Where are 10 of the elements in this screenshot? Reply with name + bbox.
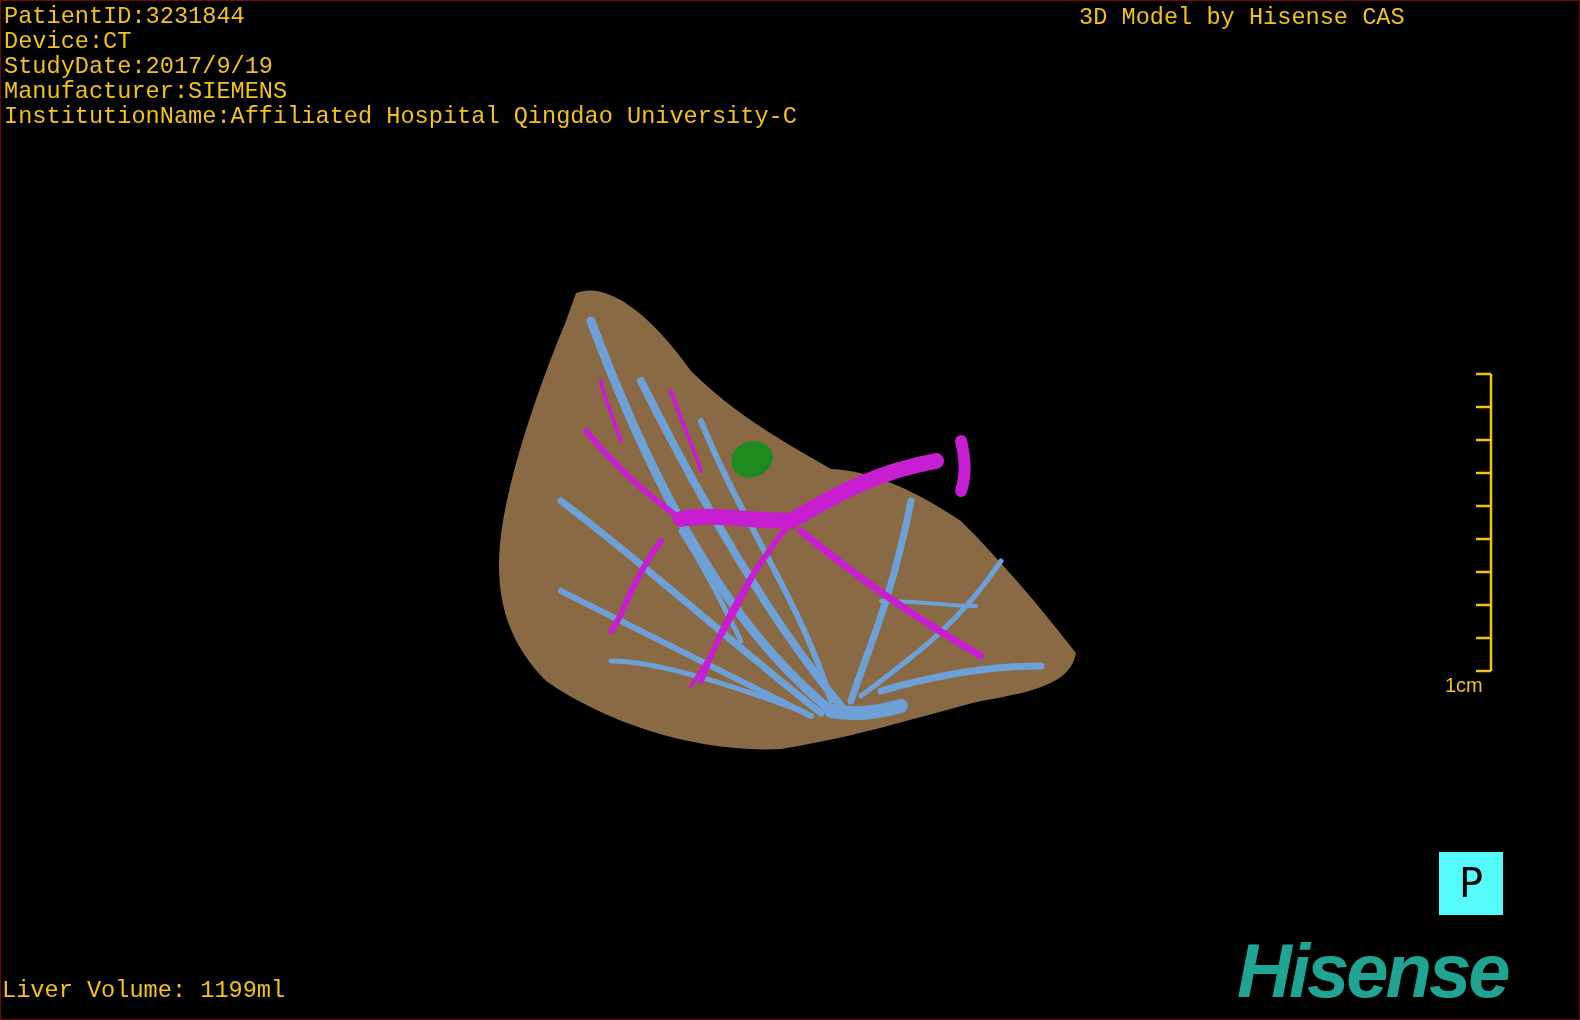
hisense-logo: Hisense: [1237, 931, 1508, 1011]
scale-label: 1cm: [1445, 674, 1483, 696]
info-line: PatientID:3231844: [4, 4, 246, 29]
info-line: InstitutionName:Affiliated Hospital Qingdao University-C: [4, 104, 797, 129]
model-title: 3D Model by Hisense CAS: [1079, 5, 1405, 30]
info-line: Manufacturer:SIEMENS: [4, 79, 289, 104]
orientation-marker[interactable]: P: [1439, 852, 1503, 915]
info-line: StudyDate:2017/9/19: [4, 54, 274, 79]
liver-volume-text: Liver Volume: 1199ml: [2, 978, 286, 1003]
info-line: Device:CT: [4, 29, 133, 54]
